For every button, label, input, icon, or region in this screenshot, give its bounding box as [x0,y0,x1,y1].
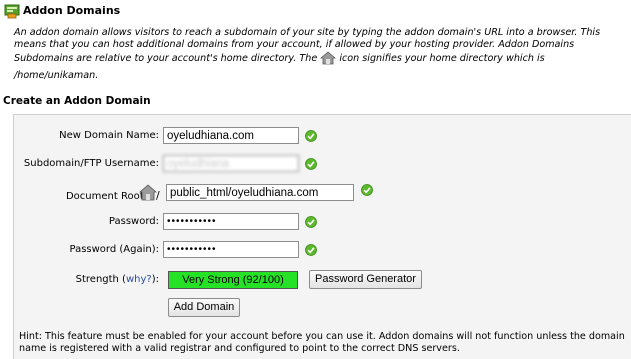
password-input[interactable]: ••••••••••• [163,213,299,230]
description-text-2: icon signifies your home directory which… [336,53,545,64]
subdomain-input[interactable]: oyeludhiana [163,155,299,172]
password-again-input[interactable]: ••••••••••• [163,241,299,258]
addon-domains-icon [4,4,20,19]
create-addon-domain-panel [13,114,631,359]
path-separator: / [156,189,160,202]
home-directory-icon [139,184,157,201]
password-generator-button[interactable]: Password Generator [309,270,422,289]
home-path: /home/unikaman. [14,70,99,81]
home-directory-icon [320,51,337,65]
check-icon [361,184,373,196]
page-title: Addon Domains [23,4,121,17]
section-title: Create an Addon Domain [3,95,151,107]
document-root-input[interactable]: public_html/oyeludhiana.com [166,184,354,201]
new-domain-input[interactable]: oyeludhiana.com [163,127,299,144]
strength-label-suffix: ): [151,274,159,285]
subdomain-label: Subdomain/FTP Username: [23,158,159,169]
hint-text: Hint: This feature must be enabled for y… [19,331,625,354]
check-icon [305,130,317,142]
password-label: Password: [108,216,159,227]
document-root-label: Document Root: [65,191,147,202]
password-again-label: Password (Again): [69,244,160,255]
strength-label-prefix: Strength ( [75,274,126,285]
why-link[interactable]: why? [126,274,152,285]
page-description: An addon domain allows visitors to reach… [14,27,626,65]
check-icon [305,244,317,256]
new-domain-label: New Domain Name: [59,130,159,141]
check-icon [305,158,317,170]
strength-label: Strength (why?): [14,274,159,285]
password-strength-meter: Very Strong (92/100) [168,271,298,289]
add-domain-button[interactable]: Add Domain [168,298,240,317]
check-icon [305,216,317,228]
